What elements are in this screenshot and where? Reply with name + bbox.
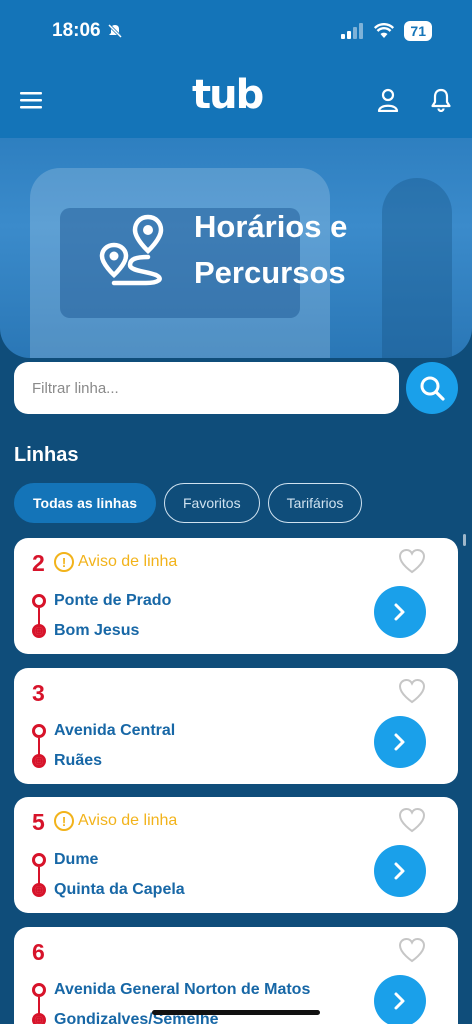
line-card[interactable]: 2 ! Aviso de linha Ponte de Prado Bom Je…	[14, 538, 458, 654]
origin-dot-icon	[32, 594, 46, 608]
filter-tariffs[interactable]: Tarifários	[267, 483, 363, 523]
destination-name: Bom Jesus	[54, 622, 140, 639]
open-line-button[interactable]	[374, 716, 426, 768]
line-number: 6	[32, 939, 45, 965]
user-icon[interactable]	[376, 88, 400, 112]
origin-stop: Avenida General Norton de Matos	[32, 975, 310, 1005]
search-button[interactable]	[406, 362, 458, 414]
filter-tabs: Todas as linhas Favoritos Tarifários	[14, 483, 363, 523]
menu-icon[interactable]	[20, 91, 42, 109]
favorite-heart-icon[interactable]	[398, 807, 426, 833]
chevron-right-icon	[394, 733, 405, 751]
filter-favorites[interactable]: Favoritos	[164, 483, 260, 523]
line-number: 5	[32, 809, 45, 835]
route-pin-icon	[99, 214, 164, 286]
origin-name: Dume	[54, 851, 99, 868]
clock-text: 18:06	[52, 20, 101, 41]
mute-bell-icon	[107, 23, 122, 39]
destination-stop: Ruães	[32, 746, 175, 776]
origin-name: Avenida Central	[54, 722, 176, 739]
status-bar: 18:06 71	[0, 0, 472, 62]
open-line-button[interactable]	[374, 845, 426, 897]
origin-stop: Ponte de Prado	[32, 586, 171, 616]
search-icon	[420, 376, 445, 401]
warning-text: Aviso de linha	[78, 812, 178, 829]
battery-indicator: 71	[404, 21, 432, 41]
origin-stop: Dume	[32, 845, 185, 875]
destination-dot-icon	[32, 754, 46, 768]
origin-name: Avenida General Norton de Matos	[54, 981, 311, 998]
origin-dot-icon	[32, 724, 46, 738]
hero-content: Horários e Percursos	[96, 204, 394, 296]
page-title: Horários e Percursos	[194, 209, 348, 290]
warning-text: Aviso de linha	[78, 553, 178, 570]
origin-stop: Avenida Central	[32, 716, 175, 746]
origin-name: Ponte de Prado	[54, 592, 172, 609]
section-title: Linhas	[14, 444, 79, 466]
app-header: tub	[0, 62, 472, 138]
line-number: 3	[32, 680, 45, 706]
destination-stop: Bom Jesus	[32, 616, 171, 646]
wifi-icon	[374, 23, 395, 38]
line-number: 2	[32, 550, 45, 576]
route: Avenida General Norton de Matos Gondizal…	[32, 975, 310, 1024]
signal-icon	[341, 23, 364, 39]
route: Avenida Central Ruães	[32, 716, 175, 776]
destination-dot-icon	[32, 883, 46, 897]
line-card[interactable]: 3 Avenida Central Ruães	[14, 668, 458, 784]
status-time: 18:06	[52, 20, 123, 42]
favorite-heart-icon[interactable]	[398, 548, 426, 574]
origin-dot-icon	[32, 853, 46, 867]
bell-icon[interactable]	[430, 88, 452, 112]
tub-logo: tub	[192, 72, 264, 118]
search-input[interactable]	[14, 362, 399, 414]
line-card[interactable]: 5 ! Aviso de linha Dume Quinta da Capela	[14, 797, 458, 913]
chevron-right-icon	[394, 862, 405, 880]
destination-dot-icon	[32, 1013, 46, 1024]
search-row	[14, 362, 460, 414]
home-indicator[interactable]	[152, 1010, 320, 1015]
line-warning[interactable]: ! Aviso de linha	[54, 811, 177, 831]
warning-icon: !	[54, 811, 74, 831]
status-icons: 71	[340, 21, 432, 41]
destination-name: Ruães	[54, 752, 103, 769]
header-actions	[376, 88, 452, 112]
filter-all-lines[interactable]: Todas as linhas	[14, 483, 156, 523]
hero-banner: Horários e Percursos	[0, 138, 472, 358]
favorite-heart-icon[interactable]	[398, 678, 426, 704]
chevron-right-icon	[394, 603, 405, 621]
destination-dot-icon	[32, 624, 46, 638]
chevron-right-icon	[394, 992, 405, 1010]
open-line-button[interactable]	[374, 586, 426, 638]
warning-icon: !	[54, 552, 74, 572]
favorite-heart-icon[interactable]	[398, 937, 426, 963]
scrollbar[interactable]	[463, 534, 466, 546]
origin-dot-icon	[32, 983, 46, 997]
line-warning[interactable]: ! Aviso de linha	[54, 552, 177, 572]
destination-name: Quinta da Capela	[54, 881, 185, 898]
route: Ponte de Prado Bom Jesus	[32, 586, 171, 646]
destination-stop: Quinta da Capela	[32, 875, 185, 905]
route: Dume Quinta da Capela	[32, 845, 185, 905]
open-line-button[interactable]	[374, 975, 426, 1024]
